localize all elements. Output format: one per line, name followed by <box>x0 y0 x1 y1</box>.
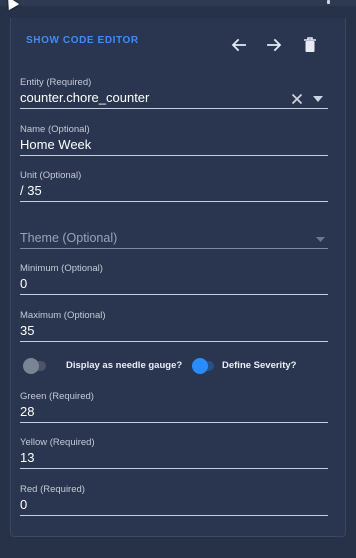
unit-label: Unit (Optional) <box>20 170 82 181</box>
name-label: Name (Optional) <box>20 124 90 135</box>
clear-icon[interactable] <box>291 93 303 105</box>
green-field[interactable]: Green (Required) 28 <box>20 391 328 424</box>
entity-value[interactable]: counter.chore_counter <box>20 90 328 105</box>
needle-toggle-knob[interactable] <box>23 358 39 374</box>
entity-label: Entity (Required) <box>20 77 92 88</box>
yellow-field[interactable]: Yellow (Required) 13 <box>20 437 328 470</box>
severity-toggle-knob[interactable] <box>192 358 208 374</box>
red-value[interactable]: 0 <box>20 497 328 512</box>
maximum-label: Maximum (Optional) <box>20 310 106 321</box>
severity-label: Define Severity? <box>222 360 297 371</box>
name-value[interactable]: Home Week <box>20 137 328 152</box>
yellow-underline <box>20 468 328 469</box>
menu-dots-icon[interactable] <box>327 0 330 4</box>
minimum-value[interactable]: 0 <box>20 276 328 291</box>
needle-gauge-label: Display as needle gauge? <box>66 360 183 371</box>
maximum-field[interactable]: Maximum (Optional) 35 <box>20 310 328 343</box>
minimum-underline <box>20 294 328 295</box>
green-underline <box>20 422 328 423</box>
mouse-cursor <box>2 0 20 11</box>
delete-icon[interactable] <box>298 33 322 57</box>
entity-underline <box>20 108 328 109</box>
arrow-left-icon[interactable] <box>227 33 251 57</box>
theme-placeholder: Theme (Optional) <box>20 231 118 245</box>
theme-select[interactable]: Theme (Optional) <box>20 231 328 249</box>
maximum-underline <box>20 341 328 342</box>
unit-field[interactable]: Unit (Optional) / 35 <box>20 170 328 203</box>
entity-field[interactable]: Entity (Required) counter.chore_counter <box>20 77 328 110</box>
chevron-down-icon[interactable] <box>316 237 325 242</box>
top-strip <box>0 0 356 6</box>
red-label: Red (Required) <box>20 484 85 495</box>
green-label: Green (Required) <box>20 391 94 402</box>
arrow-right-icon[interactable] <box>262 33 286 57</box>
name-field[interactable]: Name (Optional) Home Week <box>20 124 328 157</box>
green-value[interactable]: 28 <box>20 404 328 419</box>
chevron-down-icon[interactable] <box>313 96 323 102</box>
minimum-label: Minimum (Optional) <box>20 263 103 274</box>
minimum-field[interactable]: Minimum (Optional) 0 <box>20 263 328 296</box>
yellow-label: Yellow (Required) <box>20 437 95 448</box>
red-field[interactable]: Red (Required) 0 <box>20 484 328 517</box>
unit-value[interactable]: / 35 <box>20 183 328 198</box>
theme-underline <box>20 248 328 249</box>
name-underline <box>20 155 328 156</box>
red-underline <box>20 515 328 516</box>
yellow-value[interactable]: 13 <box>20 450 328 465</box>
show-code-editor-button[interactable]: SHOW CODE EDITOR <box>26 35 139 46</box>
maximum-value[interactable]: 35 <box>20 323 328 338</box>
unit-underline <box>20 201 328 202</box>
